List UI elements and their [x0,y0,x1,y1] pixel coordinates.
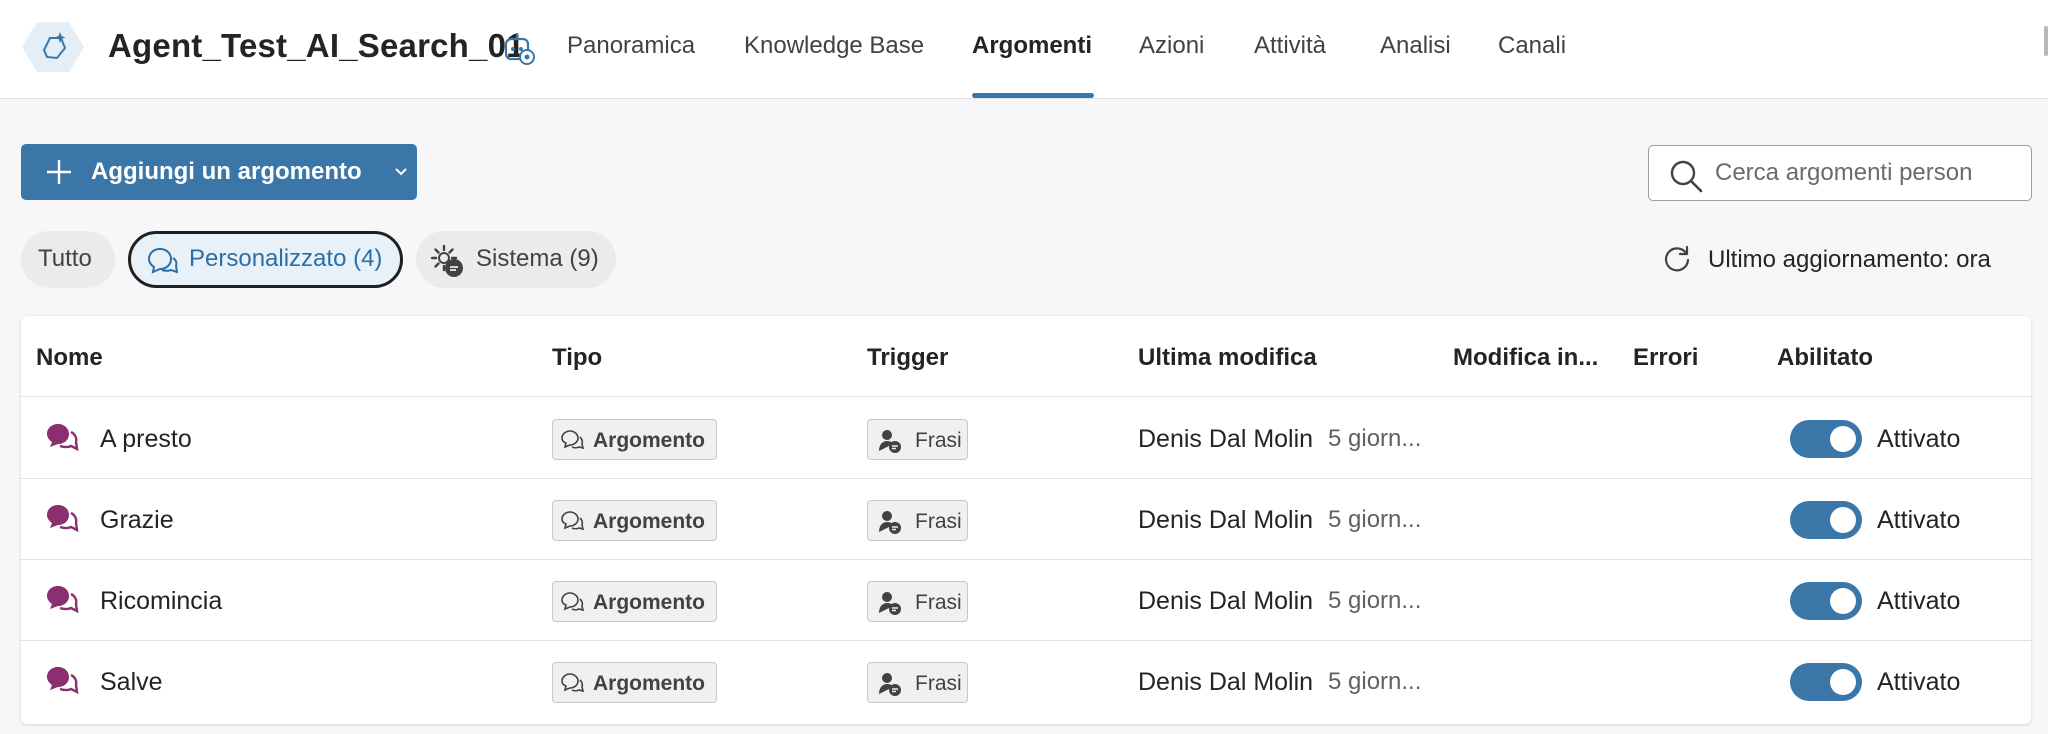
chat-bubbles-icon [561,511,584,531]
chat-bubbles-icon [561,430,584,450]
gear-chat-icon [430,244,463,277]
trigger-badge: Frasi [867,581,968,622]
tab-knowledge-base[interactable]: Knowledge Base [744,28,924,64]
enabled-state: Attivato [1877,506,1961,534]
top-header: Agent_Test_AI_Search_01 Panoramica Knowl… [0,0,2048,99]
tab-analisi[interactable]: Analisi [1380,28,1451,64]
topic-chat-icon [47,667,79,695]
chat-bubbles-icon [147,247,178,274]
modified-by: Denis Dal Molin [1138,506,1314,534]
col-header-last-modified[interactable]: Ultima modifica [1138,342,1317,374]
table-row[interactable]: Ricomincia Argomento Frasi Denis Dal Mol… [21,560,2031,641]
toggle-knob [1830,426,1856,452]
add-topic-button[interactable]: Aggiungi un argomento [21,144,417,200]
col-header-errors[interactable]: Errori [1633,342,1698,374]
tab-argomenti[interactable]: Argomenti [972,28,1092,64]
enabled-toggle[interactable] [1790,420,1862,458]
table-row[interactable]: Grazie Argomento Frasi Denis Dal Molin 5… [21,479,2031,560]
trigger-badge: Frasi [867,500,968,541]
type-label: Argomento [593,672,705,695]
type-badge: Argomento [552,581,717,622]
filter-custom-label: Personalizzato (4) [189,245,383,272]
toggle-knob [1830,669,1856,695]
table-row[interactable]: Salve Argomento Frasi Denis Dal Molin 5 … [21,641,2031,722]
active-tab-indicator [972,93,1094,98]
person-chat-icon [879,673,901,696]
header-scroll-edge [2044,26,2048,56]
enabled-toggle[interactable] [1790,663,1862,701]
trigger-label: Frasi [915,591,962,614]
col-header-name[interactable]: Nome [36,342,103,374]
trigger-label: Frasi [915,429,962,452]
topic-name[interactable]: Salve [100,665,163,699]
filter-all[interactable]: Tutto [21,231,115,288]
tab-canali[interactable]: Canali [1498,28,1566,64]
col-header-modified-in[interactable]: Modifica in... [1453,342,1598,374]
table-row[interactable]: A presto Argomento Frasi Denis Dal Molin… [21,398,2031,479]
modified-when: 5 giorn... [1328,425,1422,452]
topic-chat-icon [47,424,79,452]
type-badge: Argomento [552,419,717,460]
topic-chat-icon [47,505,79,533]
search-input[interactable] [1715,156,2021,190]
tab-attivita[interactable]: Attività [1254,28,1326,64]
person-chat-icon [879,592,901,615]
type-label: Argomento [593,429,705,452]
modified-by: Denis Dal Molin [1138,668,1314,696]
agent-logo-icon[interactable] [20,20,86,74]
header-divider [21,396,2031,397]
enabled-state: Attivato [1877,668,1961,696]
toggle-knob [1830,588,1856,614]
enabled-state: Attivato [1877,425,1961,453]
agent-settings-icon[interactable] [502,30,536,66]
enabled-toggle[interactable] [1790,501,1862,539]
topic-name[interactable]: A presto [100,422,192,456]
filter-system-label: Sistema (9) [476,245,599,272]
topic-search-box[interactable] [1648,145,2032,201]
filter-custom[interactable]: Personalizzato (4) [128,231,403,288]
modified-when: 5 giorn... [1328,587,1422,614]
add-topic-label: Aggiungi un argomento [91,158,362,185]
type-label: Argomento [593,510,705,533]
type-badge: Argomento [552,500,717,541]
trigger-label: Frasi [915,510,962,533]
refresh-icon [1664,245,1690,272]
modified-when: 5 giorn... [1328,668,1422,695]
trigger-label: Frasi [915,672,962,695]
enabled-toggle[interactable] [1790,582,1862,620]
filter-system[interactable]: Sistema (9) [416,231,616,288]
agent-title: Agent_Test_AI_Search_01 [108,27,525,64]
col-header-trigger[interactable]: Trigger [867,342,948,374]
tab-panoramica[interactable]: Panoramica [567,28,695,64]
col-header-type[interactable]: Tipo [552,342,602,374]
type-badge: Argomento [552,662,717,703]
type-label: Argomento [593,591,705,614]
person-chat-icon [879,511,901,534]
enabled-state: Attivato [1877,587,1961,615]
search-icon [1670,160,1703,193]
chevron-down-icon [395,168,407,176]
topic-name[interactable]: Grazie [100,503,174,537]
modified-when: 5 giorn... [1328,506,1422,533]
modified-by: Denis Dal Molin [1138,425,1314,453]
chat-bubbles-icon [561,592,584,612]
col-header-enabled[interactable]: Abilitato [1777,342,1873,374]
topic-name[interactable]: Ricomincia [100,584,222,618]
trigger-badge: Frasi [867,419,968,460]
modified-by: Denis Dal Molin [1138,587,1314,615]
person-chat-icon [879,430,901,453]
topic-chat-icon [47,586,79,614]
trigger-badge: Frasi [867,662,968,703]
tab-azioni[interactable]: Azioni [1139,28,1204,64]
plus-icon [47,160,71,184]
last-updated-text: Ultimo aggiornamento: ora [1708,246,1991,273]
toggle-knob [1830,507,1856,533]
filter-all-label: Tutto [38,245,92,272]
chat-bubbles-icon [561,673,584,693]
topics-table: Nome Tipo Trigger Ultima modifica Modifi… [21,316,2031,724]
